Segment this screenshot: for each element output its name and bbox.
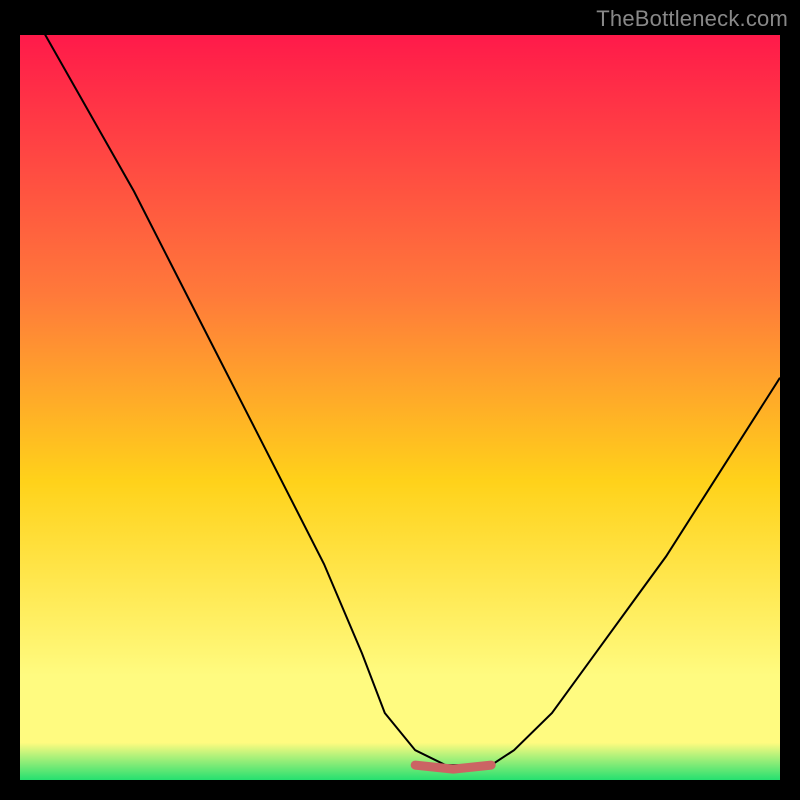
bottleneck-curve-svg [20,35,780,780]
bottleneck-curve [20,35,780,765]
optimal-flat-segment [415,765,491,769]
watermark-text: TheBottleneck.com [596,6,788,32]
chart-frame: TheBottleneck.com [0,0,800,800]
plot-area [20,35,780,780]
